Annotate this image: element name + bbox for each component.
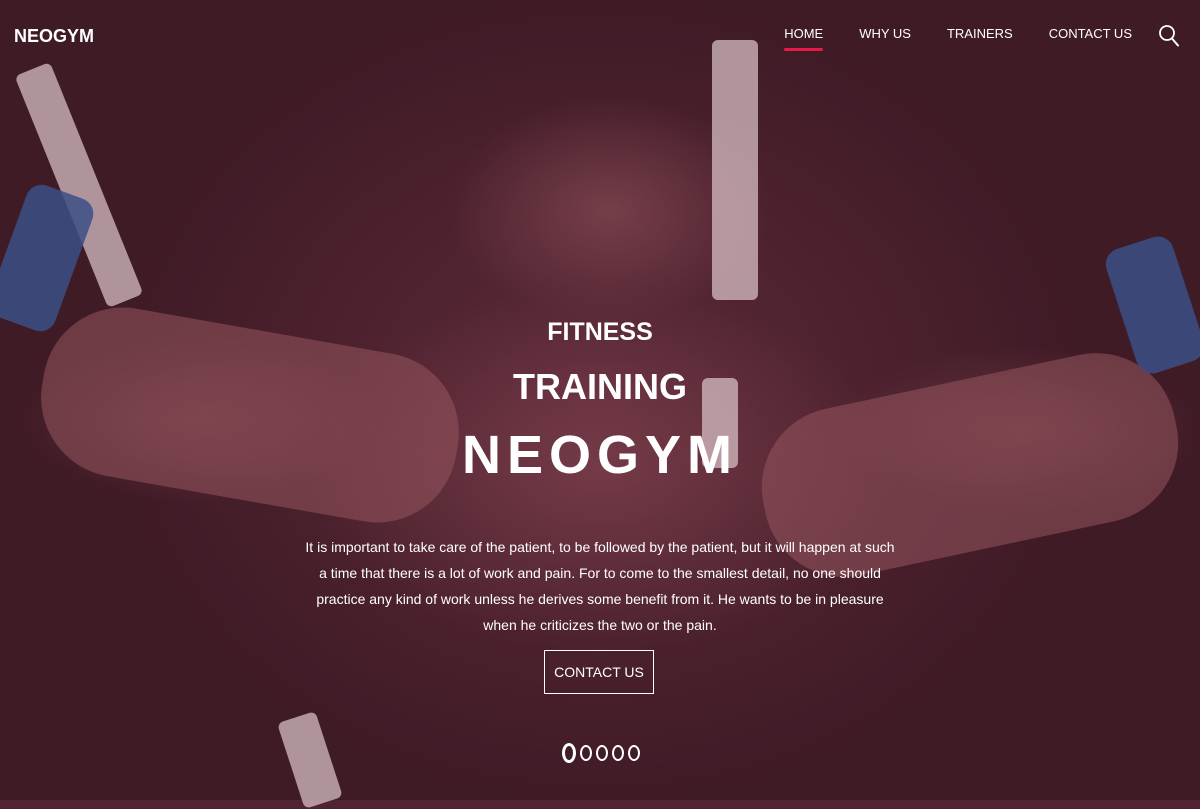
hero-brand: NEOGYM	[461, 425, 739, 485]
slide-dot[interactable]	[580, 745, 592, 761]
contact-us-button[interactable]: CONTACT US	[544, 650, 654, 694]
slide-dot[interactable]	[612, 745, 624, 761]
slide-dot[interactable]	[596, 745, 608, 761]
slide-dot[interactable]	[628, 745, 640, 761]
slider-pagination	[562, 743, 640, 763]
hero-content: FITNESS TRAINING NEOGYM It is important …	[0, 0, 1200, 800]
hero-subtitle: FITNESS	[547, 318, 653, 346]
hero-description: It is important to take care of the pati…	[305, 539, 895, 633]
hero-title: TRAINING	[513, 366, 687, 407]
slide-dot[interactable]	[562, 743, 576, 763]
